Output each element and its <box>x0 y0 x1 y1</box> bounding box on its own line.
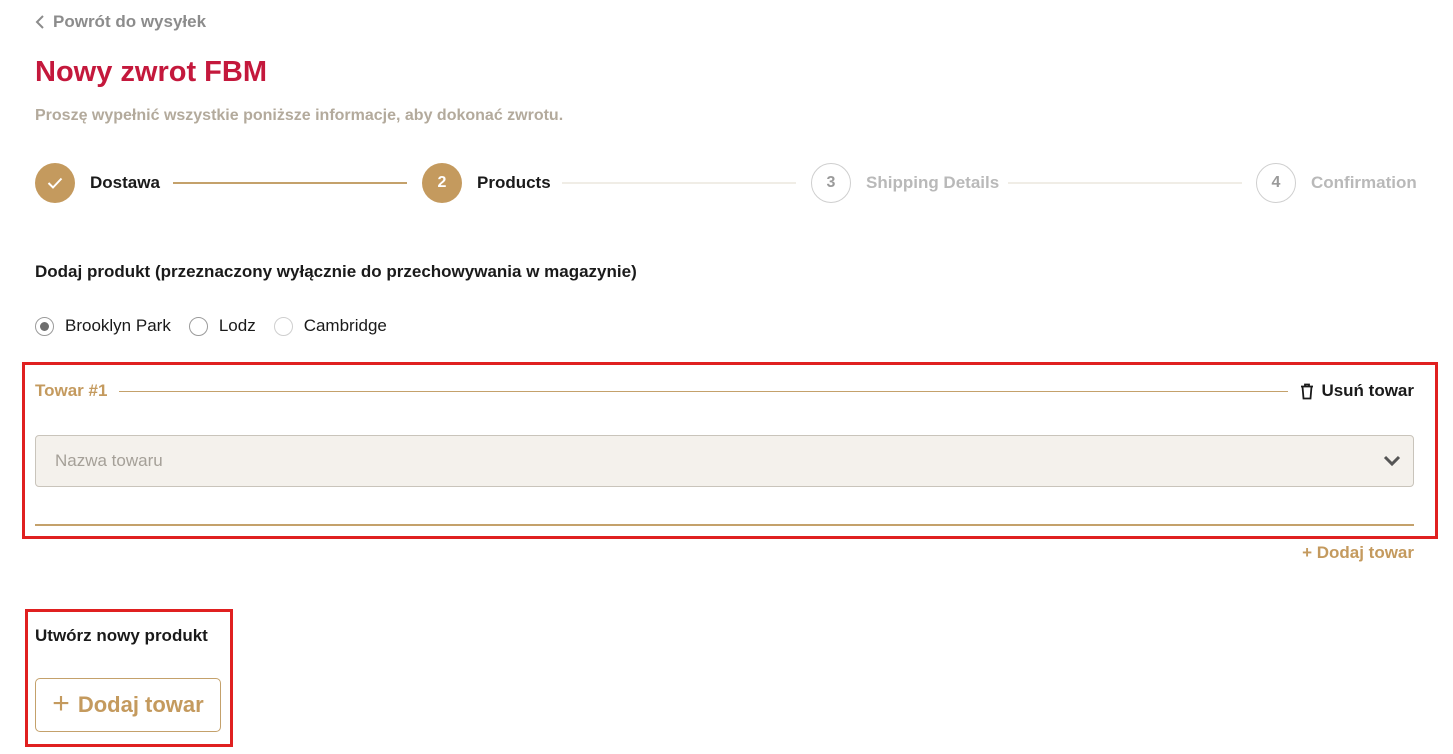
add-item-link[interactable]: + Dodaj towar <box>1302 543 1414 563</box>
chevron-left-icon <box>35 15 44 29</box>
radio-brooklyn-park[interactable]: Brooklyn Park <box>35 316 171 336</box>
radio-label: Cambridge <box>303 316 387 335</box>
page-subtitle: Proszę wypełnić wszystkie poniższe infor… <box>35 107 564 124</box>
item-divider <box>119 390 1289 392</box>
radio-indicator[interactable] <box>188 316 208 336</box>
item-header: Towar #1 Usuń towar <box>35 380 1414 402</box>
step-shipping-details: 3 Shipping Details <box>811 163 999 203</box>
back-to-shipments-link[interactable]: Powrót do wysyłek <box>35 12 206 32</box>
trash-icon <box>1301 383 1314 399</box>
page-title: Nowy zwrot FBM <box>35 56 267 88</box>
plus-icon: + <box>52 686 70 720</box>
add-item-button[interactable]: + Dodaj towar <box>35 678 221 732</box>
progress-stepper: Dostawa 2 Products 3 Shipping Details 4 … <box>35 163 1417 203</box>
warehouse-radio-group: Brooklyn Park Lodz Cambridge <box>35 316 387 336</box>
item-bottom-divider <box>35 524 1414 526</box>
radio-cambridge[interactable]: Cambridge <box>273 316 387 336</box>
step-number: 3 <box>811 163 851 203</box>
radio-label: Lodz <box>218 316 256 335</box>
step-label: Products <box>477 173 551 192</box>
step-confirmation: 4 Confirmation <box>1256 163 1417 203</box>
step-label: Shipping Details <box>866 173 1000 192</box>
chevron-down-icon <box>1383 455 1401 467</box>
radio-indicator[interactable] <box>273 316 293 336</box>
add-product-label: Dodaj produkt (przeznaczony wyłącznie do… <box>35 262 637 281</box>
step-label: Dostawa <box>90 173 160 192</box>
check-icon <box>35 163 75 203</box>
select-placeholder: Nazwa towaru <box>55 451 163 470</box>
radio-label: Brooklyn Park <box>65 316 171 335</box>
back-link-label: Powrót do wysyłek <box>53 12 207 31</box>
step-delivery: Dostawa <box>35 163 160 203</box>
item-title: Towar #1 <box>35 381 108 400</box>
step-connector <box>173 182 407 184</box>
remove-item-button[interactable]: Usuń towar <box>1300 381 1414 401</box>
step-connector <box>1008 182 1242 184</box>
add-item-button-label: Dodaj towar <box>77 692 204 717</box>
step-label: Confirmation <box>1311 173 1417 192</box>
radio-lodz[interactable]: Lodz <box>188 316 256 336</box>
item-name-select[interactable]: Nazwa towaru <box>35 435 1414 487</box>
remove-item-label: Usuń towar <box>1321 381 1414 400</box>
step-connector <box>562 182 796 184</box>
radio-indicator[interactable] <box>35 316 54 336</box>
create-product-label: Utwórz nowy produkt <box>35 626 208 645</box>
step-number: 4 <box>1256 163 1296 203</box>
step-number: 2 <box>422 163 462 203</box>
step-products: 2 Products <box>422 163 551 203</box>
